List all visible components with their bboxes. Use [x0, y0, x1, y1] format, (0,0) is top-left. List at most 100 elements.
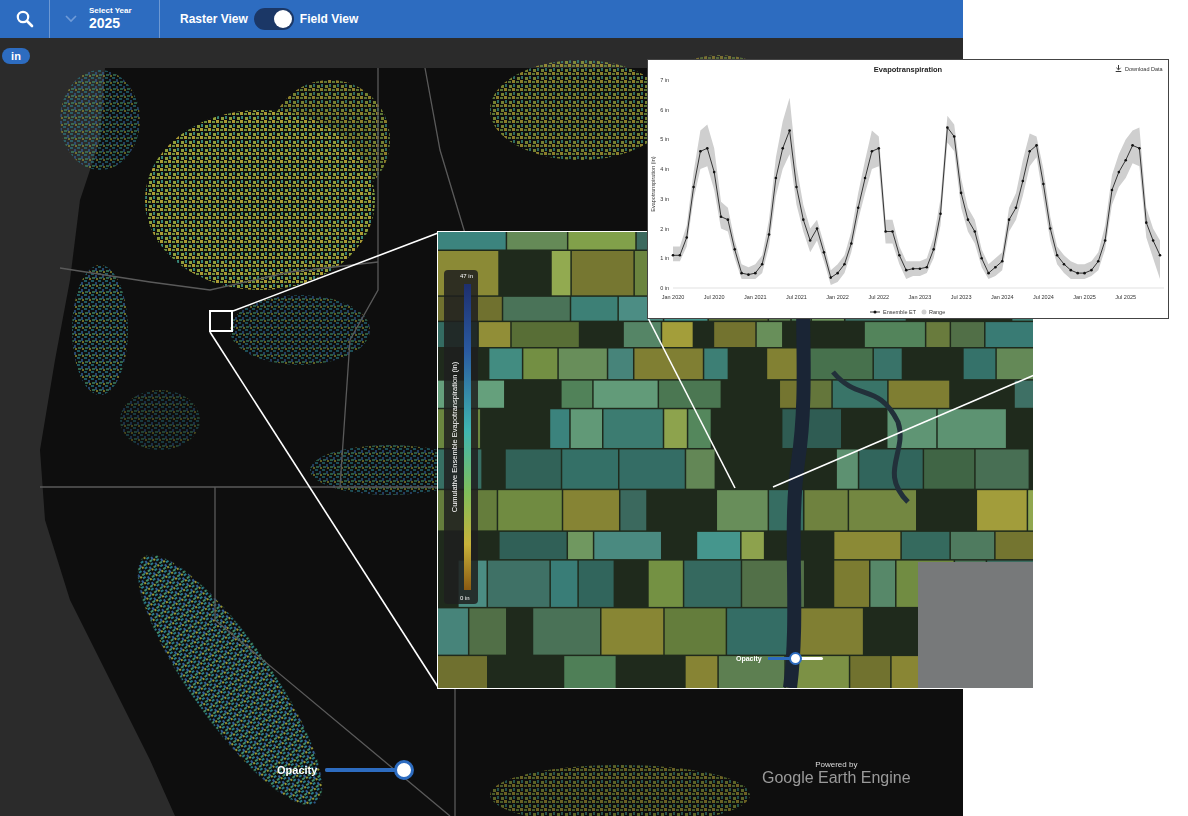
- ensemble-et-point[interactable]: [740, 272, 743, 275]
- ensemble-et-point[interactable]: [974, 230, 977, 233]
- ensemble-et-point[interactable]: [905, 269, 908, 272]
- ensemble-et-point[interactable]: [795, 186, 798, 189]
- ensemble-et-point[interactable]: [891, 230, 894, 233]
- field-polygon: [562, 381, 593, 408]
- year-select[interactable]: Select Year 2025: [50, 0, 160, 38]
- ensemble-et-point[interactable]: [843, 263, 846, 266]
- ensemble-et-point[interactable]: [1104, 239, 1107, 242]
- ensemble-et-point[interactable]: [1083, 272, 1086, 275]
- ensemble-et-point[interactable]: [1097, 260, 1100, 263]
- field-polygon: [688, 409, 710, 448]
- ensemble-et-point[interactable]: [1008, 218, 1011, 221]
- opacity-slider[interactable]: [325, 768, 403, 772]
- x-axis: [673, 288, 1164, 289]
- ensemble-et-point[interactable]: [960, 192, 963, 195]
- ensemble-et-point[interactable]: [809, 239, 812, 242]
- ensemble-et-point[interactable]: [987, 272, 990, 275]
- field-polygon: [742, 532, 764, 559]
- ensemble-et-point[interactable]: [1001, 260, 1004, 263]
- ensemble-et-point[interactable]: [1042, 183, 1045, 186]
- ensemble-et-point[interactable]: [1111, 189, 1114, 192]
- ensemble-et-point[interactable]: [768, 233, 771, 236]
- ensemble-et-point[interactable]: [733, 248, 736, 251]
- ensemble-et-point[interactable]: [1063, 263, 1066, 266]
- ensemble-et-point[interactable]: [761, 263, 764, 266]
- ensemble-et-point[interactable]: [1049, 227, 1052, 230]
- ensemble-et-point[interactable]: [781, 147, 784, 150]
- ensemble-et-point[interactable]: [1159, 254, 1162, 257]
- ensemble-et-point[interactable]: [672, 254, 675, 257]
- ensemble-et-point[interactable]: [1131, 144, 1134, 147]
- ensemble-et-point[interactable]: [1022, 180, 1025, 183]
- ensemble-et-point[interactable]: [871, 150, 874, 153]
- ensemble-et-point[interactable]: [884, 230, 887, 233]
- zoom-area-marker: [209, 310, 233, 332]
- ensemble-et-point[interactable]: [802, 218, 805, 221]
- inset-opacity-slider[interactable]: [768, 657, 823, 660]
- ensemble-et-point[interactable]: [1070, 269, 1073, 272]
- field-polygon: [938, 409, 1006, 448]
- search-button[interactable]: [0, 0, 50, 38]
- ensemble-et-point[interactable]: [939, 212, 942, 215]
- ensemble-et-point[interactable]: [877, 147, 880, 150]
- ensemble-et-point[interactable]: [1035, 144, 1038, 147]
- field-polygon: [757, 322, 782, 347]
- ensemble-et-point[interactable]: [967, 218, 970, 221]
- ensemble-et-point[interactable]: [946, 126, 949, 129]
- field-polygon: [809, 381, 831, 408]
- field-polygon: [874, 348, 902, 379]
- ensemble-et-point[interactable]: [1056, 254, 1059, 257]
- ensemble-et-point[interactable]: [898, 254, 901, 257]
- download-button[interactable]: Download Data: [1116, 65, 1164, 72]
- ensemble-et-point[interactable]: [775, 177, 778, 180]
- ensemble-et-point[interactable]: [713, 171, 716, 174]
- y-tick: 2 in: [660, 226, 669, 232]
- ensemble-et-point[interactable]: [720, 215, 723, 218]
- view-toggle[interactable]: [254, 8, 294, 30]
- ensemble-et-point[interactable]: [823, 251, 826, 254]
- ensemble-et-point[interactable]: [829, 276, 832, 279]
- chart-legend: Ensemble ETRange: [870, 309, 945, 315]
- ensemble-et-point[interactable]: [932, 248, 935, 251]
- field-polygon: [834, 532, 900, 559]
- ensemble-et-point[interactable]: [699, 150, 702, 153]
- ensemble-et-point[interactable]: [1138, 147, 1141, 150]
- ensemble-et-point[interactable]: [754, 272, 757, 275]
- ensemble-et-point[interactable]: [747, 273, 750, 276]
- ensemble-et-point[interactable]: [925, 266, 928, 269]
- ensemble-et-point[interactable]: [685, 236, 688, 239]
- ensemble-et-point[interactable]: [788, 129, 791, 132]
- ensemble-et-point[interactable]: [679, 254, 682, 257]
- ensemble-et-point[interactable]: [919, 267, 922, 270]
- ensemble-et-point[interactable]: [953, 135, 956, 138]
- ensemble-et-point[interactable]: [816, 227, 819, 230]
- attribution-name: Google Earth Engine: [762, 769, 911, 787]
- zoom-connector-line: [233, 233, 438, 311]
- y-tick: 3 in: [660, 196, 669, 202]
- ensemble-et-point[interactable]: [1076, 272, 1079, 275]
- ensemble-et-point[interactable]: [1124, 159, 1127, 162]
- view-toggle-group: Raster View Field View: [160, 8, 358, 30]
- ensemble-et-point[interactable]: [1028, 150, 1031, 153]
- ensemble-et-point[interactable]: [850, 242, 853, 245]
- ensemble-et-point[interactable]: [1090, 269, 1093, 272]
- ensemble-et-point[interactable]: [864, 177, 867, 180]
- ensemble-et-point[interactable]: [692, 186, 695, 189]
- year-select-text: Select Year 2025: [89, 7, 132, 31]
- ensemble-et-point[interactable]: [1152, 239, 1155, 242]
- ensemble-et-point[interactable]: [1118, 171, 1121, 174]
- zoom-connector-line: [210, 332, 438, 687]
- ensemble-et-point[interactable]: [980, 257, 983, 260]
- unit-badge[interactable]: in: [2, 48, 30, 64]
- ensemble-et-point[interactable]: [1145, 221, 1148, 224]
- ensemble-et-point[interactable]: [912, 267, 915, 270]
- ensemble-et-point[interactable]: [857, 206, 860, 209]
- ensemble-et-point[interactable]: [1015, 206, 1018, 209]
- chevron-down-icon: [65, 15, 77, 23]
- field-polygon: [977, 490, 1027, 530]
- ensemble-et-point[interactable]: [994, 266, 997, 269]
- ensemble-et-point[interactable]: [836, 272, 839, 275]
- ensemble-et-point[interactable]: [727, 218, 730, 221]
- ensemble-et-point[interactable]: [706, 147, 709, 150]
- field-polygon: [659, 381, 720, 408]
